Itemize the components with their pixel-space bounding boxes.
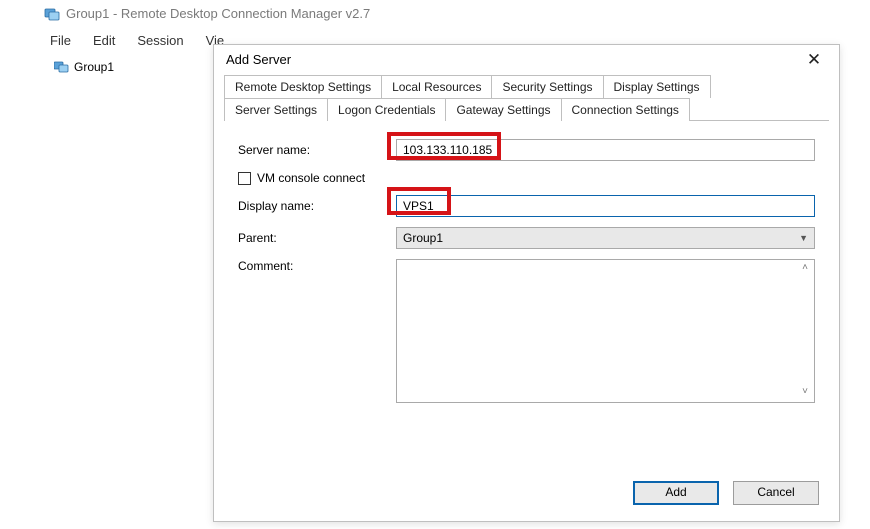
add-button[interactable]: Add — [633, 481, 719, 505]
app-icon — [44, 6, 60, 22]
parent-select[interactable]: Group1 ▼ — [396, 227, 815, 249]
tab-remote-desktop-settings[interactable]: Remote Desktop Settings — [224, 75, 382, 98]
group-icon — [54, 60, 70, 74]
comment-label: Comment: — [238, 259, 396, 273]
parent-label: Parent: — [238, 231, 396, 245]
menu-session[interactable]: Session — [137, 33, 183, 48]
main-window-title-bar: Group1 - Remote Desktop Connection Manag… — [0, 0, 870, 25]
vm-console-connect-label: VM console connect — [257, 171, 365, 185]
parent-selected-value: Group1 — [403, 231, 443, 245]
tab-connection-settings[interactable]: Connection Settings — [561, 98, 690, 121]
menu-file[interactable]: File — [50, 33, 71, 48]
add-server-dialog: Add Server ✕ Remote Desktop Settings Loc… — [213, 44, 840, 522]
close-icon[interactable]: ✕ — [797, 51, 831, 68]
server-name-input[interactable] — [396, 139, 815, 161]
tab-server-settings[interactable]: Server Settings — [224, 98, 328, 121]
tab-local-resources[interactable]: Local Resources — [381, 75, 492, 98]
scroll-down-icon[interactable]: ˅ — [798, 386, 812, 400]
display-name-input[interactable] — [396, 195, 815, 217]
tab-gateway-settings[interactable]: Gateway Settings — [445, 98, 561, 121]
checkbox-box-icon — [238, 172, 251, 185]
cancel-button[interactable]: Cancel — [733, 481, 819, 505]
comment-textarea[interactable]: ˄ ˅ — [396, 259, 815, 403]
window-title: Group1 - Remote Desktop Connection Manag… — [66, 6, 370, 21]
tab-display-settings[interactable]: Display Settings — [603, 75, 711, 98]
scroll-up-icon[interactable]: ˄ — [798, 262, 812, 276]
tab-logon-credentials[interactable]: Logon Credentials — [327, 98, 446, 121]
textarea-scrollbar[interactable]: ˄ ˅ — [798, 262, 812, 400]
server-name-label: Server name: — [238, 143, 396, 157]
chevron-down-icon: ▼ — [799, 233, 808, 243]
display-name-label: Display name: — [238, 199, 396, 213]
tree-root-label: Group1 — [74, 60, 114, 74]
vm-console-connect-checkbox[interactable]: VM console connect — [238, 171, 815, 185]
dialog-title: Add Server — [226, 52, 291, 67]
tab-security-settings[interactable]: Security Settings — [491, 75, 603, 98]
tab-strip: Remote Desktop Settings Local Resources … — [214, 74, 839, 121]
menu-edit[interactable]: Edit — [93, 33, 115, 48]
